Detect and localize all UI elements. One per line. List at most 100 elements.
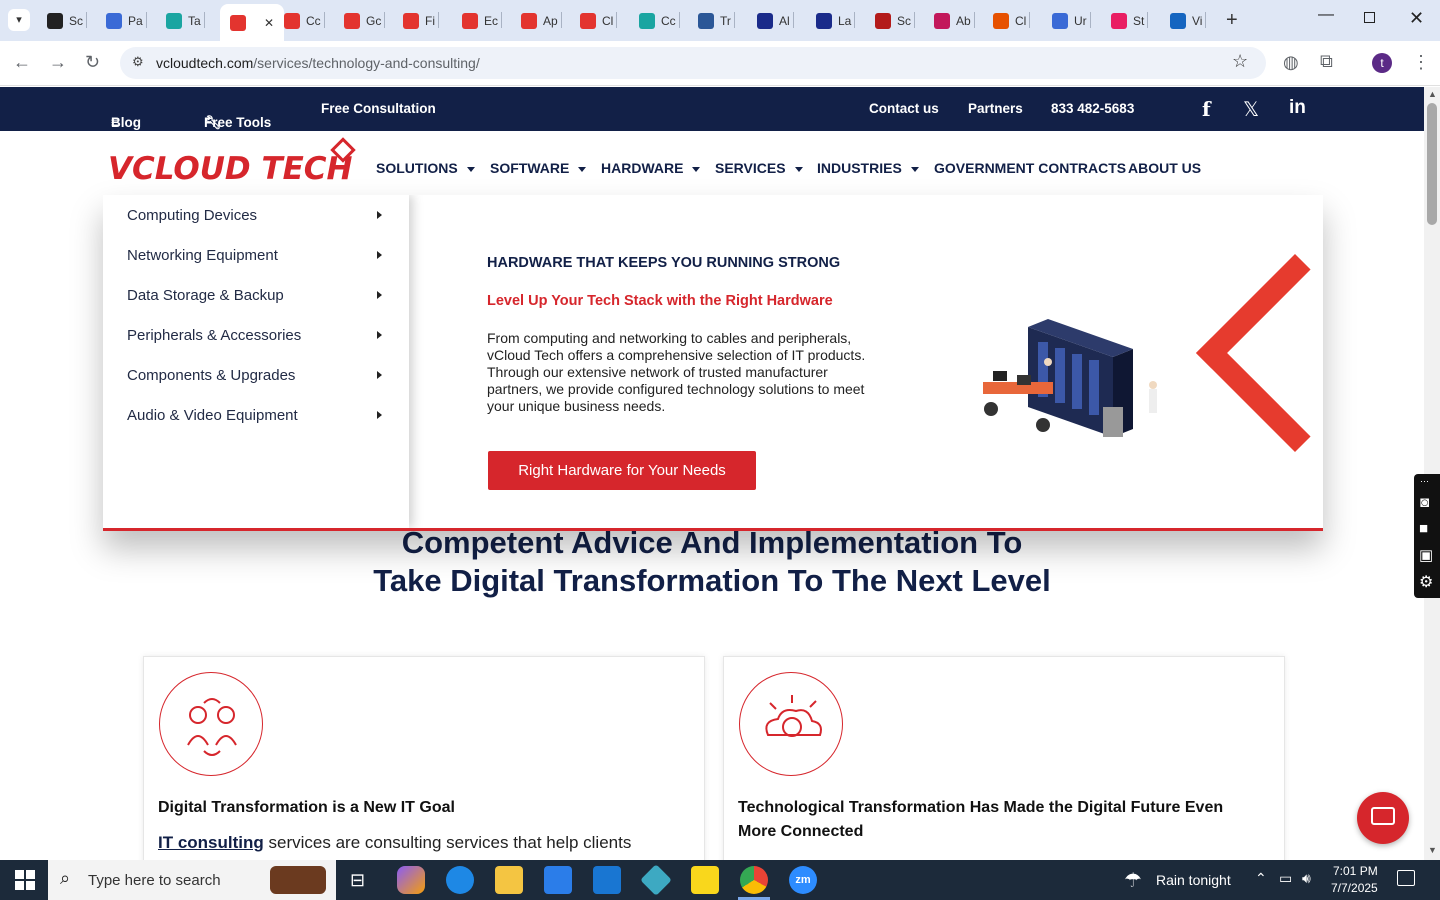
site-logo[interactable]: VCLOUD TECH — [108, 137, 358, 187]
x-twitter-icon[interactable]: 𝕏 — [1243, 97, 1259, 122]
site-info-icon[interactable]: ⚙ — [132, 54, 144, 70]
browser-tab[interactable]: ✕ — [220, 4, 285, 41]
translate-icon[interactable]: ◍ — [1283, 52, 1299, 73]
bookmark-star-icon[interactable]: ☆ — [1232, 51, 1248, 72]
reload-icon[interactable]: ↻ — [85, 52, 100, 73]
browser-tab[interactable]: Al — [757, 8, 794, 34]
profile-avatar[interactable]: t — [1372, 53, 1392, 73]
contact-link[interactable]: Contact us — [869, 101, 939, 116]
browser-tab[interactable]: Sc — [875, 8, 916, 34]
mega-menu-body: From computing and networking to cables … — [487, 330, 866, 414]
sticky-notes-icon[interactable] — [691, 866, 719, 894]
new-tab-icon[interactable]: + — [1226, 9, 1238, 32]
store-icon[interactable] — [544, 866, 572, 894]
mega-menu-item-label: Peripherals & Accessories — [127, 327, 302, 344]
browser-tab[interactable]: Fi — [403, 8, 439, 34]
clock-time[interactable]: 7:01 PM — [1333, 864, 1378, 878]
browser-tab[interactable]: Ec — [462, 8, 503, 34]
tray-chevron-icon[interactable]: ⌃ — [1255, 870, 1267, 887]
settings-gear-icon[interactable]: ⚙ — [1419, 572, 1433, 592]
scroll-down-icon[interactable]: ▼ — [1428, 845, 1437, 855]
widget-grip-icon[interactable]: ⋯ — [1420, 476, 1429, 487]
tab-title: Sc — [897, 14, 912, 28]
partners-link[interactable]: Partners — [968, 101, 1023, 116]
notifications-icon[interactable] — [1397, 870, 1415, 886]
tab-favicon-icon — [166, 13, 182, 29]
blog-label: Blog — [111, 115, 141, 130]
tab-title: Fi — [425, 14, 435, 28]
browser-tab[interactable]: La — [816, 8, 856, 34]
scroll-thumb[interactable] — [1427, 103, 1437, 225]
facebook-icon[interactable]: f — [1202, 97, 1211, 121]
nav-solutions[interactable]: SOLUTIONS — [376, 160, 475, 176]
phone-link[interactable]: 833 482-5683 — [1051, 101, 1134, 116]
window-icon[interactable]: ▣ — [1419, 546, 1433, 564]
browser-tab[interactable]: Ur — [1052, 8, 1091, 34]
clock-date[interactable]: 7/7/2025 — [1331, 881, 1378, 895]
browser-tab[interactable]: Tr — [698, 8, 735, 34]
web-page: ≡ Blog 🔧︎ Free Tools Free Consultation C… — [0, 87, 1424, 860]
tab-search-dropdown-icon[interactable]: ▾ — [8, 9, 30, 31]
search-placeholder: Type here to search — [88, 872, 221, 889]
nav-hardware[interactable]: HARDWARE — [601, 160, 701, 176]
close-window-icon[interactable]: ✕ — [1409, 8, 1424, 29]
browser-tab[interactable]: Pa — [106, 8, 147, 34]
browser-tab[interactable]: Gc — [344, 8, 386, 34]
free-consultation-link[interactable]: Free Consultation — [321, 101, 436, 116]
tab-title: Cc — [661, 14, 676, 28]
tab-title: Cl — [1015, 14, 1027, 28]
browser-tab[interactable]: Cl — [993, 8, 1031, 34]
zoom-icon[interactable]: zm — [789, 866, 817, 894]
chat-button[interactable] — [1357, 792, 1409, 844]
nav-industries[interactable]: INDUSTRIES — [817, 160, 919, 176]
file-explorer-icon[interactable] — [495, 866, 523, 894]
network-icon[interactable]: ▭ — [1279, 870, 1292, 887]
tab-favicon-icon — [521, 13, 537, 29]
forward-icon[interactable]: → — [49, 52, 67, 73]
windows-start-icon[interactable] — [15, 870, 35, 890]
browser-tab[interactable]: Vi — [1170, 8, 1207, 34]
menu-kebab-icon[interactable]: ⋮ — [1412, 52, 1430, 73]
chevron-down-icon — [910, 166, 919, 172]
browser-tab[interactable]: Cc — [639, 8, 680, 34]
minimize-icon[interactable]: — — [1318, 6, 1334, 24]
address-bar[interactable]: ⚙ vcloudtech.com/services/technology-and… — [120, 47, 1266, 79]
tab-close-icon[interactable]: ✕ — [264, 16, 274, 30]
linkedin-icon[interactable]: in — [1289, 97, 1306, 119]
camera-icon[interactable]: ◙ — [1420, 494, 1429, 511]
search-icon: ⌕ — [60, 868, 71, 888]
chrome-icon[interactable] — [740, 866, 768, 894]
browser-tab[interactable]: St — [1111, 8, 1149, 34]
chevron-right-icon — [377, 371, 382, 379]
taskbar-search[interactable]: ⌕ Type here to search — [48, 860, 336, 900]
mail-icon[interactable] — [593, 866, 621, 894]
video-icon[interactable]: ■ — [1419, 520, 1428, 537]
chevron-right-icon — [377, 331, 382, 339]
browser-tab[interactable]: Sc — [47, 8, 88, 34]
tab-title: Pa — [128, 14, 143, 28]
browser-tab[interactable]: Ta — [166, 8, 205, 34]
edge-icon[interactable] — [446, 866, 474, 894]
copilot-icon[interactable] — [397, 866, 425, 894]
weather-text[interactable]: Rain tonight — [1156, 872, 1231, 888]
it-consulting-link[interactable]: IT consulting — [158, 833, 264, 852]
volume-icon[interactable]: 🔊︎ — [1302, 870, 1311, 887]
browser-tab[interactable]: Cc — [284, 8, 325, 34]
nav-software[interactable]: SOFTWARE — [490, 160, 587, 176]
browser-tab[interactable]: Cl — [580, 8, 618, 34]
nav-about-us[interactable]: ABOUT US — [1128, 160, 1201, 176]
nav-government-contracts[interactable]: GOVERNMENT CONTRACTS — [934, 160, 1126, 176]
extensions-icon[interactable]: ⧉ — [1320, 51, 1333, 72]
browser-tab[interactable]: Ab — [934, 8, 975, 34]
app-diamond-icon[interactable] — [640, 864, 672, 896]
scroll-up-icon[interactable]: ▲ — [1428, 89, 1437, 99]
task-view-icon[interactable]: ⊟ — [350, 870, 365, 891]
browser-tab[interactable]: Ap — [521, 8, 562, 34]
restore-icon[interactable] — [1364, 12, 1375, 23]
url-text[interactable]: vcloudtech.com/services/technology-and-c… — [156, 55, 480, 71]
nav-services[interactable]: SERVICES — [715, 160, 803, 176]
tab-favicon-icon — [344, 13, 360, 29]
back-icon[interactable]: ← — [13, 52, 31, 73]
weather-umbrella-icon[interactable]: ☂ — [1124, 868, 1142, 893]
right-hardware-button[interactable]: Right Hardware for Your Needs — [488, 451, 756, 490]
